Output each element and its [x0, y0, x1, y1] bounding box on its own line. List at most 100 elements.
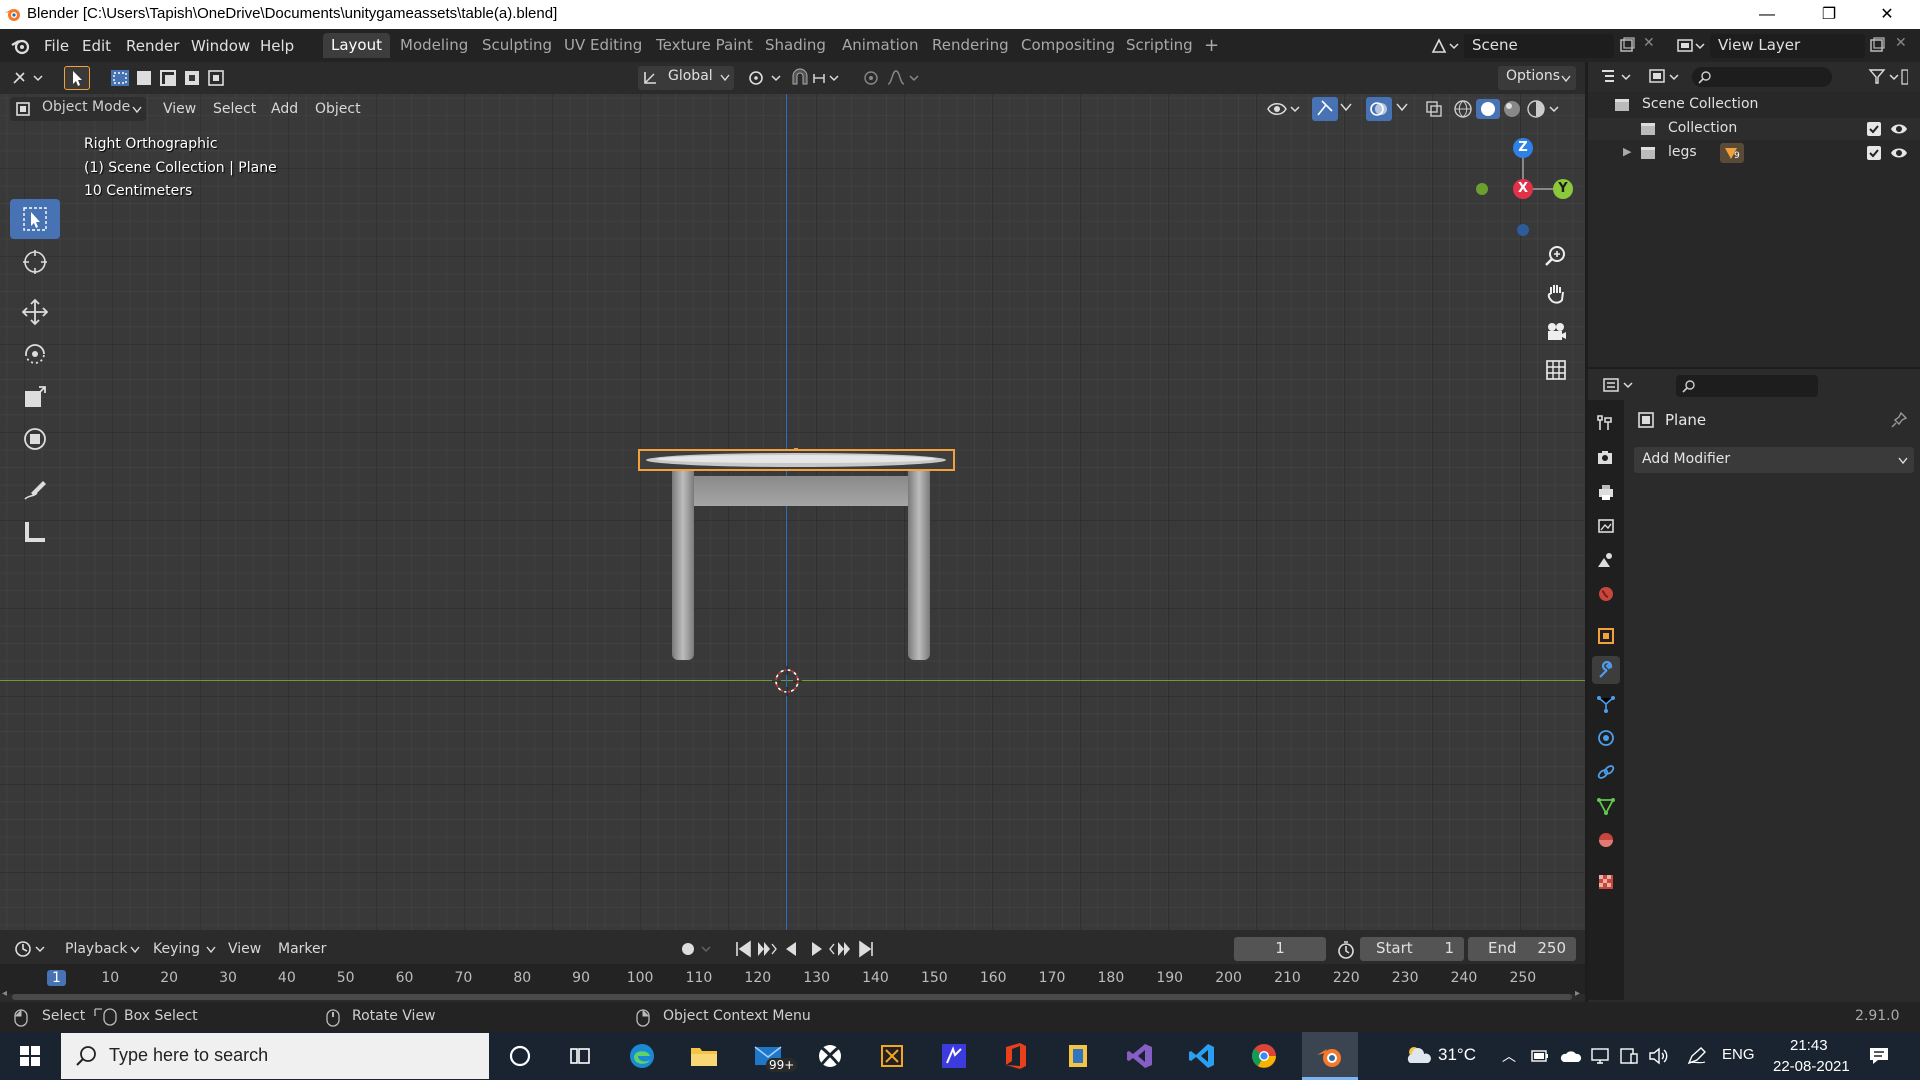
tab-scene[interactable] — [1592, 546, 1620, 574]
tool-transform[interactable] — [10, 419, 60, 459]
tab-physics[interactable] — [1592, 724, 1620, 752]
menu-file[interactable]: File — [44, 35, 69, 57]
mode-dropdown[interactable]: Object Mode — [10, 97, 146, 121]
outliner-row-legs[interactable]: ▶ legs 9 — [1588, 142, 1920, 164]
viewport-menu-select[interactable]: Select — [213, 97, 256, 121]
camera-view-icon[interactable] — [1544, 320, 1568, 344]
office-app[interactable] — [996, 1036, 1036, 1076]
tab-world[interactable] — [1592, 580, 1620, 608]
chrome-app[interactable] — [1244, 1036, 1284, 1076]
blender-menu-icon[interactable] — [11, 36, 31, 56]
gizmo-y-axis[interactable]: Y — [1553, 179, 1573, 199]
tab-animation[interactable]: Animation — [834, 33, 926, 58]
tool-measure[interactable] — [10, 512, 60, 552]
taskbar-search-box[interactable]: Type here to search — [61, 1033, 489, 1079]
cortana-button[interactable] — [500, 1036, 540, 1076]
current-frame-field[interactable]: 1 — [1234, 937, 1326, 961]
playback-controls[interactable] — [734, 938, 884, 960]
input-language-indicator[interactable]: ENG — [1722, 1046, 1755, 1063]
minimize-button[interactable]: — — [1744, 0, 1790, 29]
properties-search-input[interactable] — [1676, 375, 1818, 397]
selection-mode-icons[interactable] — [110, 68, 230, 88]
menu-edit[interactable]: Edit — [82, 35, 111, 57]
select-tool-indicator[interactable] — [64, 66, 90, 90]
outliner-search-input[interactable] — [1692, 67, 1832, 87]
proportional-editing-icon[interactable] — [862, 68, 922, 88]
tab-object[interactable] — [1592, 622, 1620, 650]
editor-type-icon[interactable] — [10, 68, 48, 88]
pan-hand-icon[interactable] — [1544, 282, 1568, 306]
blender-app-active[interactable] — [1302, 1032, 1358, 1080]
close-button[interactable]: ✕ — [1864, 0, 1910, 29]
show-hidden-icons-chevron[interactable]: ︿ — [1502, 1046, 1516, 1066]
viewport-menu-object[interactable]: Object — [315, 97, 361, 121]
timeline-menu-marker[interactable]: Marker — [278, 937, 326, 961]
properties-editor-type-icon[interactable] — [1602, 375, 1638, 395]
add-workspace-button[interactable]: + — [1196, 33, 1227, 58]
chevron-down-icon[interactable] — [1396, 103, 1408, 113]
tool-rotate[interactable] — [10, 334, 60, 374]
add-modifier-dropdown[interactable]: Add Modifier — [1634, 447, 1914, 473]
vscode-app[interactable] — [1182, 1036, 1222, 1076]
3d-cursor-icon[interactable] — [772, 666, 802, 696]
outliner-row-collection[interactable]: Collection — [1588, 118, 1920, 140]
tool-move[interactable] — [10, 292, 60, 332]
battery-icon[interactable] — [1530, 1048, 1550, 1064]
perspective-grid-icon[interactable] — [1544, 358, 1568, 382]
edge-app[interactable] — [622, 1036, 662, 1076]
navigation-gizmo[interactable]: Z X Y — [1468, 134, 1578, 244]
timeline-editor-type-icon[interactable] — [14, 939, 50, 959]
onedrive-cloud-icon[interactable] — [1560, 1048, 1582, 1064]
viewport-menu-view[interactable]: View — [163, 97, 196, 121]
tab-particles[interactable] — [1592, 690, 1620, 718]
restore-button[interactable]: ❐ — [1806, 0, 1852, 29]
zoom-icon[interactable] — [1544, 244, 1568, 268]
delete-scene-icon[interactable]: ✕ — [1643, 35, 1655, 51]
start-button[interactable] — [10, 1036, 50, 1076]
tab-layout[interactable]: Layout — [323, 33, 390, 58]
tab-sculpting[interactable]: Sculpting — [474, 33, 560, 58]
timeline-menu-keying[interactable]: Keying — [153, 937, 200, 961]
gizmo-x-axis[interactable]: X — [1513, 179, 1533, 199]
xbox-app[interactable] — [810, 1036, 850, 1076]
tab-rendering[interactable]: Rendering — [924, 33, 1017, 58]
pin-icon[interactable] — [1890, 411, 1908, 429]
options-dropdown[interactable]: Options — [1498, 66, 1576, 90]
sway-app[interactable] — [934, 1036, 974, 1076]
tab-compositing[interactable]: Compositing — [1013, 33, 1123, 58]
menu-help[interactable]: Help — [260, 35, 294, 57]
view-layer-selector-icon[interactable] — [1675, 35, 1707, 57]
tab-object-data[interactable] — [1592, 792, 1620, 820]
tab-tool[interactable] — [1592, 408, 1620, 436]
tool-select-box[interactable] — [10, 199, 60, 239]
tab-scripting[interactable]: Scripting — [1118, 33, 1201, 58]
network-display-icon[interactable] — [1590, 1046, 1610, 1066]
scene-name-field[interactable]: Scene — [1464, 34, 1614, 58]
view-layer-field[interactable]: View Layer — [1710, 34, 1865, 58]
tab-modeling[interactable]: Modeling — [392, 33, 476, 58]
shading-modes[interactable] — [1452, 98, 1560, 120]
snap-icon[interactable] — [790, 67, 850, 89]
clock[interactable]: 21:43 22-08-2021 — [1768, 1034, 1850, 1078]
outliner-row-scene-collection[interactable]: Scene Collection — [1588, 94, 1920, 116]
tab-material[interactable] — [1592, 826, 1620, 854]
use-preview-range-icon[interactable] — [1336, 940, 1356, 960]
filter-icon[interactable] — [1868, 68, 1908, 86]
task-view-button[interactable] — [560, 1036, 600, 1076]
table-top-selected[interactable] — [638, 448, 956, 474]
tab-texture[interactable] — [1592, 868, 1620, 896]
pen-workspace-icon[interactable] — [1686, 1046, 1708, 1066]
tab-output[interactable] — [1592, 478, 1620, 506]
chevron-down-icon[interactable] — [1340, 103, 1352, 113]
3d-viewport[interactable]: Global Options Object Mode View Select A… — [0, 62, 1585, 930]
eye-icon[interactable] — [1890, 145, 1908, 161]
visual-studio-app[interactable] — [1120, 1036, 1160, 1076]
tool-annotate[interactable] — [10, 469, 60, 509]
file-explorer-app[interactable] — [684, 1036, 724, 1076]
mixed-app[interactable] — [1058, 1036, 1098, 1076]
timeline-menu-playback[interactable]: Playback — [65, 937, 127, 961]
viewport-menu-add[interactable]: Add — [271, 97, 298, 121]
notification-center-icon[interactable] — [1868, 1046, 1890, 1066]
volume-speaker-icon[interactable] — [1648, 1046, 1670, 1066]
timeline-scrollbar[interactable] — [12, 994, 1572, 1000]
